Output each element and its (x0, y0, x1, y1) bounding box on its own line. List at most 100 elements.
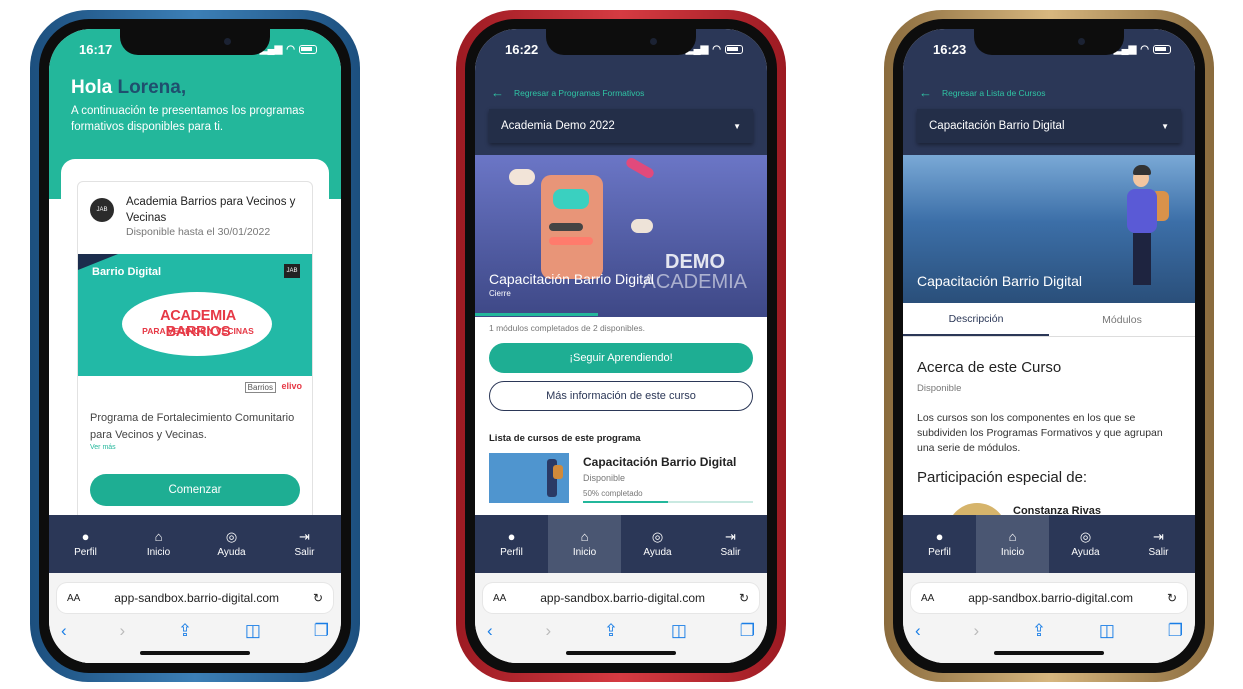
modules-completed: 1 módulos completados de 2 disponibles. (489, 323, 645, 333)
text-size-icon[interactable]: AA (921, 593, 934, 604)
nav-label: Ayuda (643, 547, 672, 558)
bookmarks-icon[interactable]: ◫ (245, 621, 261, 641)
caret-down-icon: ▼ (1161, 121, 1169, 131)
reload-icon[interactable]: ↻ (313, 591, 323, 605)
forward-icon[interactable]: › (119, 621, 125, 641)
nav-logout[interactable]: ⇥ Salir (268, 515, 341, 573)
tab-description[interactable]: Descripción (903, 303, 1049, 336)
status-time: 16:17 (79, 41, 113, 57)
share-icon[interactable]: ⇪ (178, 621, 192, 641)
continue-learning-button[interactable]: ¡Seguir Aprendiendo! (489, 343, 753, 373)
program-select[interactable]: Academia Demo 2022 ▼ (489, 109, 753, 143)
address-bar[interactable]: AA app-sandbox.barrio-digital.com ↻ (911, 583, 1187, 613)
program-banner: Barrio Digital JAB ACADEMIA BARRIOS PARA… (78, 254, 312, 376)
back-icon[interactable]: ‹ (915, 621, 921, 641)
back-icon[interactable]: ‹ (487, 621, 493, 641)
participation-title: Participación especial de: (917, 469, 1088, 486)
bottom-nav: ● Perfil ⌂ Inicio ◎ Ayuda ⇥ Salir (903, 515, 1195, 573)
phone-screen: 16:22 ▂▄▆ ◠ ← Regresar a Programas Formati… (475, 29, 767, 663)
see-more-link[interactable]: Ver más (90, 444, 116, 451)
forward-icon[interactable]: › (973, 621, 979, 641)
address-bar[interactable]: AA app-sandbox.barrio-digital.com ↻ (57, 583, 333, 613)
forward-icon[interactable]: › (545, 621, 551, 641)
bottom-nav: ● Perfil ⌂ Inicio ◎ Ayuda ⇥ Salir (49, 515, 341, 573)
start-button[interactable]: Comenzar (90, 474, 300, 506)
mockup-stage: 16:17 ▂▄▆ ◠ Hola Lorena, A continuación t… (0, 0, 1243, 689)
share-icon[interactable]: ⇪ (1032, 621, 1046, 641)
whatsapp-icon: ◎ (651, 529, 664, 544)
wifi-icon: ◠ (712, 43, 721, 55)
tab-modules[interactable]: Módulos (1049, 303, 1195, 336)
browser-chrome: AA app-sandbox.barrio-digital.com ↻ ‹ › … (903, 573, 1195, 663)
about-status: Disponible (917, 383, 962, 394)
select-value: Academia Demo 2022 (501, 120, 615, 132)
partner-logos: Barrios elivo (78, 376, 312, 398)
browser-toolbar: ‹ › ⇪ ◫ ❐ (915, 621, 1183, 641)
user-icon: ● (507, 529, 516, 544)
home-icon: ⌂ (1008, 529, 1017, 544)
person-illustration (1121, 161, 1169, 289)
intro-text: A continuación te presentamos los progra… (71, 105, 305, 133)
nav-label: Salir (294, 547, 315, 558)
nav-logout[interactable]: ⇥ Salir (694, 515, 767, 573)
tabs-icon[interactable]: ❐ (314, 621, 329, 641)
more-info-button[interactable]: Más información de este curso (489, 381, 753, 411)
nav-profile[interactable]: ● Perfil (903, 515, 976, 573)
caret-down-icon: ▼ (733, 121, 741, 131)
greeting-name: Lorena, (117, 77, 187, 98)
course-select[interactable]: Capacitación Barrio Digital ▼ (917, 109, 1181, 143)
program-progress-bar (475, 313, 598, 316)
browser-chrome: AA app-sandbox.barrio-digital.com ↻ ‹ › … (475, 573, 767, 663)
nav-label: Inicio (1000, 547, 1025, 558)
bookmarks-icon[interactable]: ◫ (671, 621, 687, 641)
banner-line2: PARA VECINOS Y VECINAS (142, 326, 254, 336)
logout-icon: ⇥ (299, 529, 310, 544)
browser-toolbar: ‹ › ⇪ ◫ ❐ (61, 621, 329, 641)
browser-chrome: AA app-sandbox.barrio-digital.com ↻ ‹ › … (49, 573, 341, 663)
phone-screen: 16:23 ▂▄▆ ◠ ← Regresar a Lista de Cursos C… (903, 29, 1195, 663)
partner-logo-2: elivo (281, 381, 302, 391)
back-link[interactable]: ← Regresar a Programas Formativos (491, 85, 644, 100)
nav-logout[interactable]: ⇥ Salir (1122, 515, 1195, 573)
logout-icon: ⇥ (1153, 529, 1164, 544)
share-icon[interactable]: ⇪ (604, 621, 618, 641)
back-icon[interactable]: ‹ (61, 621, 67, 641)
text-size-icon[interactable]: AA (67, 593, 80, 604)
nav-home[interactable]: ⌂ Inicio (122, 515, 195, 573)
whatsapp-icon: ◎ (225, 529, 238, 544)
bookmarks-icon[interactable]: ◫ (1099, 621, 1115, 641)
greeting-hola: Hola (71, 77, 113, 98)
banner-brand: Barrio Digital (92, 266, 162, 278)
home-indicator (566, 651, 676, 655)
nav-profile[interactable]: ● Perfil (475, 515, 548, 573)
notch (546, 29, 696, 55)
url-text: app-sandbox.barrio-digital.com (114, 591, 280, 605)
course-thumbnail[interactable] (489, 453, 569, 503)
nav-profile[interactable]: ● Perfil (49, 515, 122, 573)
nav-help[interactable]: ◎ Ayuda (195, 515, 268, 573)
logout-icon: ⇥ (725, 529, 736, 544)
text-size-icon[interactable]: AA (493, 593, 506, 604)
course-list-heading: Lista de cursos de este programa (489, 433, 641, 444)
back-link[interactable]: ← Regresar a Lista de Cursos (919, 85, 1045, 100)
tabs-icon[interactable]: ❐ (1168, 621, 1183, 641)
arrow-left-icon: ← (491, 85, 504, 100)
program-logo: JAB (90, 198, 114, 222)
address-bar[interactable]: AA app-sandbox.barrio-digital.com ↻ (483, 583, 759, 613)
url-text: app-sandbox.barrio-digital.com (540, 591, 706, 605)
nav-help[interactable]: ◎ Ayuda (1049, 515, 1122, 573)
hero-academia-word: ACADEMIA (642, 271, 747, 293)
course-progress-bar (583, 501, 753, 503)
reload-icon[interactable]: ↻ (1167, 591, 1177, 605)
about-title: Acerca de este Curso (917, 359, 1062, 376)
nav-home[interactable]: ⌂ Inicio (976, 515, 1049, 573)
reload-icon[interactable]: ↻ (739, 591, 749, 605)
battery-icon (299, 44, 317, 54)
tabs-icon[interactable]: ❐ (740, 621, 755, 641)
nav-help[interactable]: ◎ Ayuda (621, 515, 694, 573)
nav-label: Ayuda (1071, 547, 1100, 558)
course-title[interactable]: Capacitación Barrio Digital (583, 455, 736, 469)
course-percent: 50% completado (583, 489, 643, 498)
nav-home[interactable]: ⌂ Inicio (548, 515, 621, 573)
nav-label: Salir (720, 547, 741, 558)
